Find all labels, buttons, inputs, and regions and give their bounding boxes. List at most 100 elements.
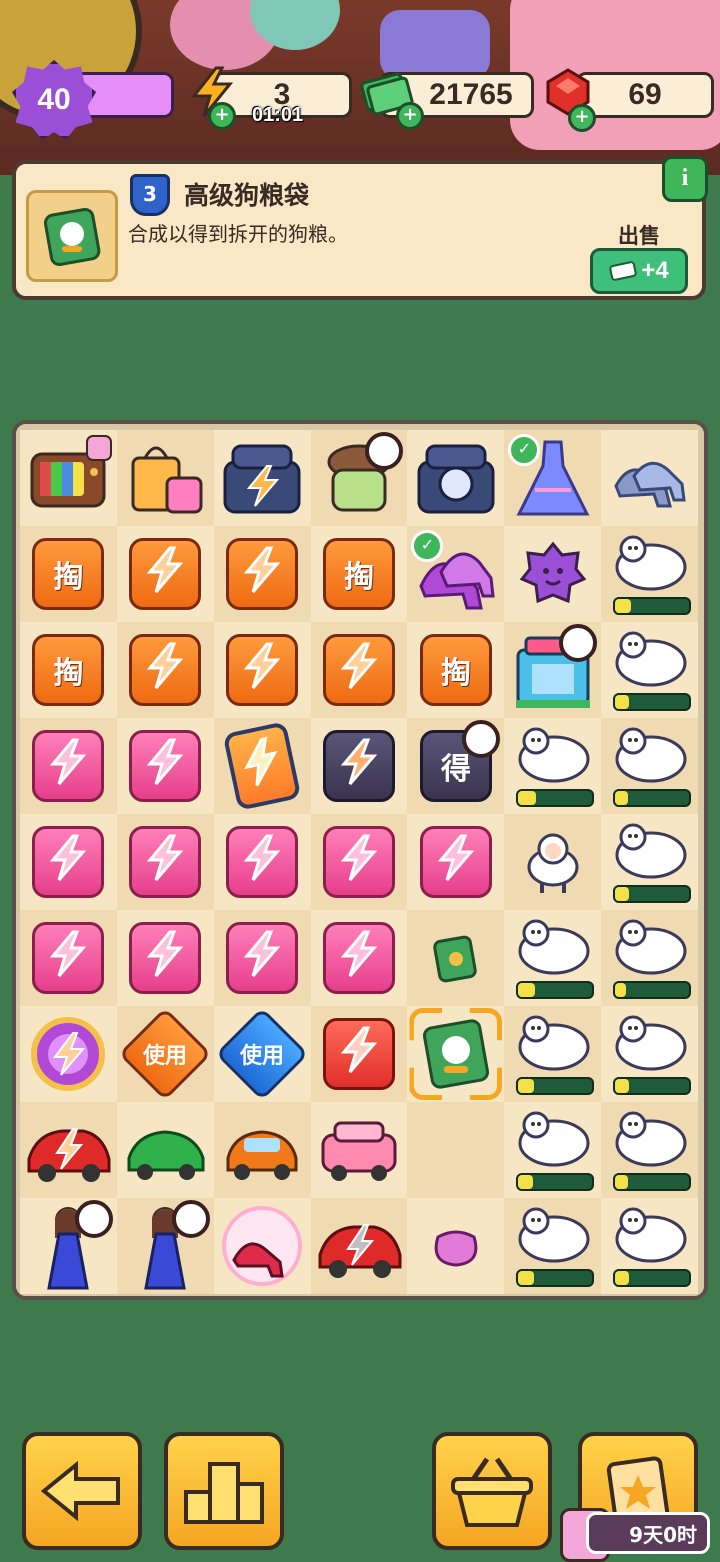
board-cell[interactable] (116, 814, 214, 910)
board-cell[interactable] (310, 622, 408, 718)
back-button[interactable] (22, 1432, 142, 1550)
sheep-generator[interactable] (510, 1105, 596, 1195)
board-cell[interactable] (213, 526, 311, 622)
dog-food-bag-icon[interactable] (433, 933, 479, 983)
board-cell[interactable] (20, 1006, 117, 1102)
board-cell[interactable] (310, 814, 408, 910)
pink-lightning-tile[interactable] (226, 922, 299, 994)
sheep-generator[interactable] (510, 1009, 596, 1099)
board-cell[interactable] (601, 718, 699, 814)
board-cell[interactable] (213, 1198, 311, 1294)
board-cell[interactable] (20, 430, 117, 526)
sheep-generator[interactable] (607, 1009, 693, 1099)
board-cell[interactable] (213, 1102, 311, 1198)
board-cell[interactable] (20, 1198, 117, 1294)
pink-lightning-tile[interactable] (32, 730, 105, 802)
board-cell[interactable]: 使用 (116, 1006, 214, 1102)
lightning-tile[interactable] (129, 538, 202, 610)
lightning-tile[interactable] (226, 634, 299, 706)
dog-food-bag-icon[interactable] (420, 1016, 492, 1092)
board-cell[interactable] (310, 1198, 408, 1294)
board-cell[interactable] (116, 910, 214, 1006)
board-cell[interactable] (407, 430, 505, 526)
red-heels-icon[interactable] (220, 1204, 304, 1288)
bracelet-icon[interactable] (25, 1011, 111, 1097)
add-cash-button[interactable]: + (396, 102, 424, 130)
tao-tile[interactable]: 掏 (32, 538, 105, 610)
sell-button[interactable]: +4 (590, 248, 688, 294)
sheep-generator[interactable] (607, 1105, 693, 1195)
board-cell[interactable] (504, 910, 602, 1006)
board-cell[interactable] (407, 1006, 505, 1102)
leaderboard-button[interactable] (164, 1432, 284, 1550)
sheep-generator[interactable] (607, 721, 693, 811)
board-cell[interactable]: ✓ (407, 526, 505, 622)
board-cell[interactable] (310, 1102, 408, 1198)
tao-tile[interactable]: 掏 (323, 538, 395, 610)
board-cell[interactable] (213, 622, 311, 718)
pink-lightning-tile[interactable] (129, 826, 202, 898)
board-cell[interactable]: ✓ (504, 430, 602, 526)
board-cell[interactable] (20, 718, 117, 814)
board-cell[interactable] (310, 1006, 408, 1102)
board-cell[interactable] (601, 622, 699, 718)
board-cell[interactable] (310, 430, 408, 526)
sheep-generator[interactable] (607, 1201, 693, 1291)
pink-lightning-tile[interactable] (323, 826, 395, 898)
red-lightning-tile[interactable] (323, 1018, 395, 1090)
sheep-generator[interactable] (510, 721, 596, 811)
board-cell[interactable] (116, 622, 214, 718)
tao-tile[interactable]: 掏 (419, 634, 492, 706)
use-blue-token[interactable]: 使用 (215, 1007, 309, 1101)
board-cell[interactable]: 掏 (20, 622, 117, 718)
pink-pouch-icon[interactable] (428, 1223, 484, 1269)
board-cell[interactable] (504, 1102, 602, 1198)
sheep-generator[interactable] (607, 817, 693, 907)
board-cell[interactable] (504, 718, 602, 814)
board-cell[interactable] (213, 430, 311, 526)
glass-slippers-icon[interactable] (610, 446, 690, 510)
add-energy-button[interactable]: + (208, 102, 236, 130)
red-sportscar-icon[interactable] (314, 1211, 404, 1281)
lightning-tile[interactable] (226, 538, 299, 610)
board-cell[interactable] (116, 1198, 214, 1294)
sheep-generator[interactable] (607, 529, 693, 619)
sheep-generator[interactable] (607, 625, 693, 715)
board-cell[interactable] (504, 526, 602, 622)
board-cell[interactable] (601, 1198, 699, 1294)
basket-button[interactable] (432, 1432, 552, 1550)
add-gems-button[interactable]: + (568, 104, 596, 132)
sheep-generator[interactable] (607, 913, 693, 1003)
info-button[interactable]: i (662, 156, 708, 202)
board-cell[interactable] (504, 814, 602, 910)
board-cell[interactable] (407, 910, 505, 1006)
board-cell[interactable] (407, 814, 505, 910)
lightning-tile[interactable] (129, 634, 202, 706)
board-cell[interactable] (116, 430, 214, 526)
sheep-generator[interactable] (510, 1201, 596, 1291)
phone-lightning-item[interactable] (222, 721, 302, 811)
board-cell[interactable] (20, 814, 117, 910)
gem-counter[interactable]: 69 (576, 72, 714, 118)
pink-lightning-tile[interactable] (32, 826, 105, 898)
board-cell[interactable] (504, 1198, 602, 1294)
board-cell[interactable] (310, 910, 408, 1006)
board-cell[interactable] (116, 718, 214, 814)
pink-lightning-tile[interactable] (32, 922, 105, 994)
use-orange-token[interactable]: 使用 (118, 1007, 212, 1101)
board-cell[interactable] (601, 526, 699, 622)
board-cell[interactable]: 掏 (310, 526, 408, 622)
board-cell[interactable] (213, 718, 311, 814)
board-cell[interactable] (407, 1102, 505, 1198)
board-cell[interactable] (601, 814, 699, 910)
pink-lightning-tile[interactable] (226, 826, 299, 898)
board-cell[interactable]: 得 (407, 718, 505, 814)
board-cell[interactable] (20, 1102, 117, 1198)
pink-lightning-tile[interactable] (323, 922, 395, 994)
pink-lightning-tile[interactable] (419, 826, 492, 898)
board-cell[interactable] (504, 1006, 602, 1102)
board-cell[interactable] (601, 430, 699, 526)
pink-car-icon[interactable] (317, 1115, 401, 1185)
pink-lightning-tile[interactable] (129, 922, 202, 994)
board-cell[interactable] (116, 1102, 214, 1198)
